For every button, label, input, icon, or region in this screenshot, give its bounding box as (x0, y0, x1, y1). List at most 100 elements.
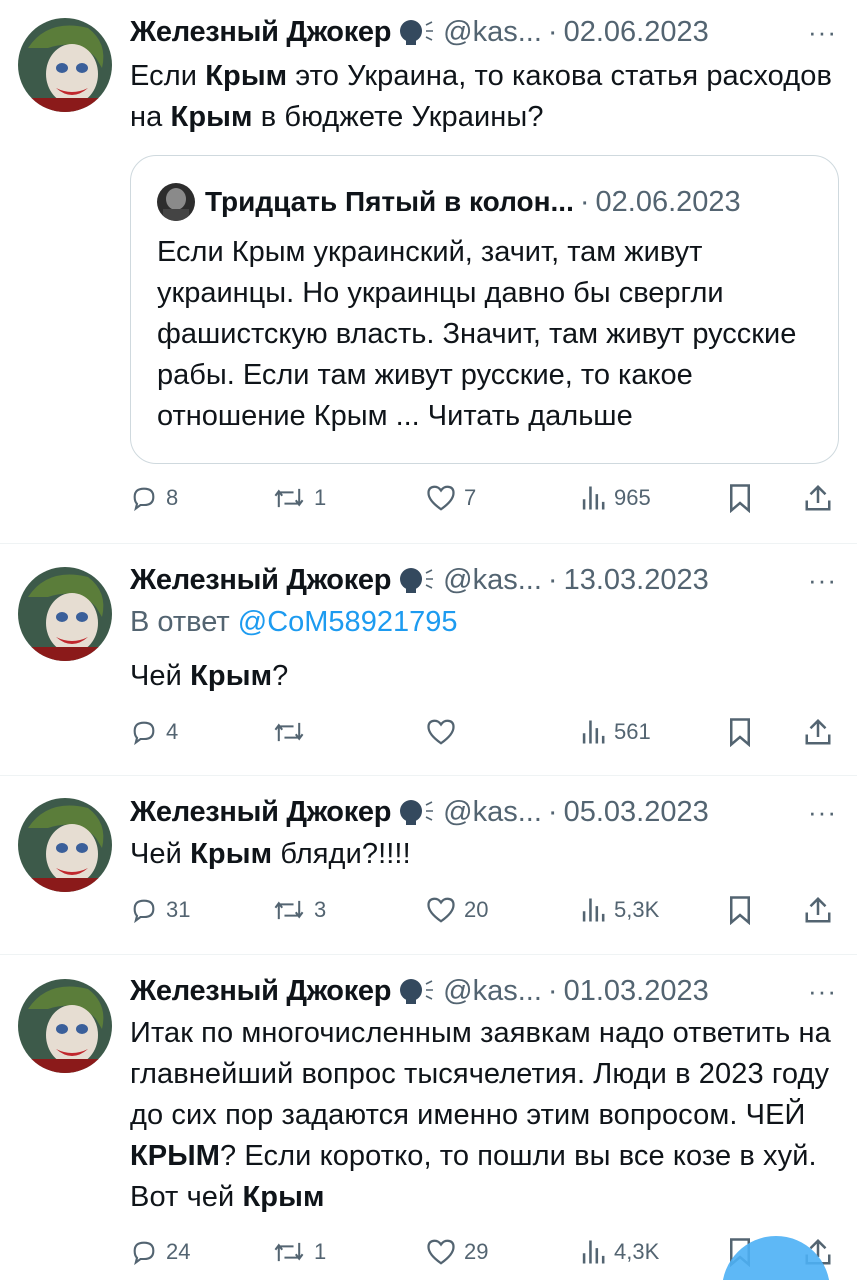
retweet-button[interactable]: 1 (272, 1232, 326, 1272)
more-options-icon[interactable]: ··· (808, 565, 839, 596)
retweet-icon (274, 488, 304, 508)
text-segment: Чей (130, 660, 191, 692)
like-button[interactable]: 20 (426, 890, 488, 930)
retweet-button[interactable] (272, 712, 314, 752)
text-highlight: Крым (190, 660, 273, 692)
speaking-head-icon (397, 17, 435, 47)
tweet-date[interactable]: 13.03.2023 (564, 564, 709, 597)
author-name[interactable]: Железный Джокер (130, 16, 391, 49)
reply-icon (133, 487, 155, 512)
reply-button[interactable]: 24 (130, 1232, 190, 1272)
retweet-button[interactable]: 1 (272, 478, 326, 518)
like-count: 29 (464, 1239, 489, 1264)
like-count: 20 (464, 897, 489, 922)
retweet-count: 1 (314, 485, 327, 510)
more-options-icon[interactable]: ··· (808, 976, 839, 1007)
views-count: 561 (614, 719, 651, 744)
avatar[interactable] (18, 798, 112, 892)
joker-avatar-image (18, 18, 112, 112)
bookmark-button[interactable] (727, 712, 753, 752)
reply-count: 8 (166, 485, 179, 510)
views-icon (582, 898, 605, 922)
retweet-button[interactable]: 3 (272, 890, 326, 930)
heart-icon (427, 1239, 455, 1265)
views-button[interactable]: 561 (580, 712, 651, 752)
text-highlight: Крым (242, 1181, 325, 1213)
text-segment: ? Если коротко, то пошли вы все козе в х… (130, 1140, 817, 1213)
tweet-date[interactable]: 02.06.2023 (564, 16, 709, 49)
more-options-icon[interactable]: ··· (808, 797, 839, 828)
views-button[interactable]: 4,3K (580, 1232, 659, 1272)
separator-dot: · (547, 563, 558, 596)
tweet-text: Если Крым это Украина, то какова статья … (130, 56, 839, 138)
quoted-tweet[interactable]: Тридцать Пятый в колон... · 02.06.2023 Е… (130, 155, 839, 464)
tweet[interactable]: Железный Джокер @kas... · 13.03.2023 ···… (0, 544, 857, 775)
speaking-head-icon (397, 565, 435, 595)
share-button[interactable] (804, 712, 832, 752)
retweet-count: 1 (314, 1239, 327, 1264)
reply-button[interactable]: 4 (130, 712, 178, 752)
text-segment: Если (130, 60, 206, 92)
joker-avatar-image (18, 979, 112, 1073)
share-button[interactable] (804, 890, 832, 930)
quote-text: Если Крым украинский, зачит, там живут у… (157, 236, 797, 432)
reply-button[interactable]: 31 (130, 890, 190, 930)
heart-icon (427, 719, 455, 745)
share-icon (805, 718, 831, 745)
author-handle[interactable]: @kas... (443, 16, 542, 49)
like-button[interactable]: 7 (426, 478, 476, 518)
author-handle[interactable]: @kas... (443, 564, 542, 597)
reply-count: 4 (166, 719, 179, 744)
views-button[interactable]: 5,3K (580, 890, 659, 930)
bookmark-icon (730, 718, 750, 747)
text-segment: ? (272, 660, 289, 692)
tweet[interactable]: Железный Джокер @kas... · 05.03.2023 ···… (0, 776, 857, 954)
reply-icon (133, 721, 155, 746)
retweet-icon (274, 900, 304, 920)
avatar[interactable] (18, 567, 112, 661)
bookmark-button[interactable] (727, 890, 753, 930)
text-segment: бляди?!!!! (272, 838, 411, 870)
separator-dot: · (547, 15, 558, 48)
like-button[interactable]: 29 (426, 1232, 488, 1272)
retweet-icon (274, 1242, 304, 1262)
reply-button[interactable]: 8 (130, 478, 178, 518)
views-button[interactable]: 965 (580, 478, 651, 518)
avatar[interactable] (18, 18, 112, 112)
views-count: 5,3K (614, 897, 660, 922)
author-name[interactable]: Железный Джокер (130, 975, 391, 1008)
avatar[interactable] (18, 979, 112, 1073)
share-icon (805, 484, 831, 511)
bookmark-button[interactable] (727, 478, 753, 518)
author-name[interactable]: Железный Джокер (130, 564, 391, 597)
joker-avatar-image (18, 798, 112, 892)
bookmark-icon (730, 484, 750, 513)
reply-prefix: В ответ (130, 606, 230, 638)
text-highlight: Крым (170, 101, 253, 133)
tweet-date[interactable]: 05.03.2023 (564, 796, 709, 829)
like-button[interactable] (426, 712, 464, 752)
reply-icon (133, 1241, 155, 1266)
reply-icon (133, 899, 155, 924)
text-segment: Итак по многочисленным заявкам надо отве… (130, 1017, 831, 1131)
author-handle[interactable]: @kas... (443, 796, 542, 829)
tweet[interactable]: Железный Джокер @kas... · 01.03.2023 ···… (0, 955, 857, 1280)
share-button[interactable] (804, 478, 832, 518)
reply-count: 31 (166, 897, 191, 922)
separator-dot: · (547, 974, 558, 1007)
author-name[interactable]: Железный Джокер (130, 796, 391, 829)
views-icon (582, 486, 605, 510)
more-options-icon[interactable]: ··· (808, 17, 839, 48)
tweet[interactable]: Железный Джокер @kas... · 02.06.2023 ···… (0, 0, 857, 543)
reply-count: 24 (166, 1239, 191, 1264)
heart-icon (427, 485, 455, 511)
text-highlight: Крым (190, 838, 273, 870)
joker-avatar-image (18, 567, 112, 661)
tweet-text: Итак по многочисленным заявкам надо отве… (130, 1013, 839, 1218)
reply-context: В ответ @CoM58921795 (130, 602, 839, 642)
reply-handle-link[interactable]: @CoM58921795 (238, 606, 458, 638)
text-segment: в бюджете Украины? (252, 101, 544, 133)
views-icon (582, 1240, 605, 1264)
tweet-date[interactable]: 01.03.2023 (564, 975, 709, 1008)
author-handle[interactable]: @kas... (443, 975, 542, 1008)
